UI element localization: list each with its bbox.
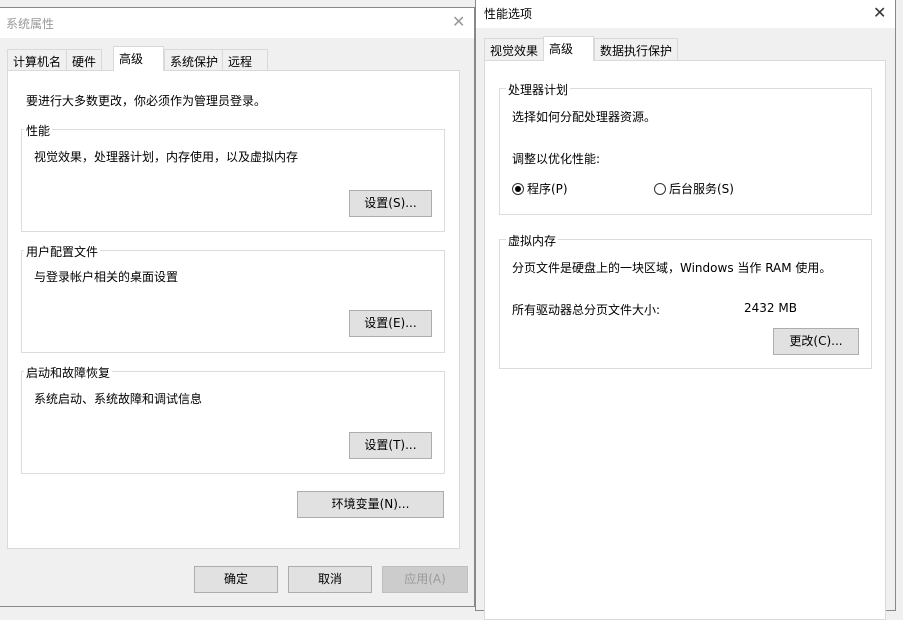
group-label: 启动和故障恢复: [24, 364, 112, 381]
user-profiles-group: 用户配置文件 与登录帐户相关的桌面设置 设置(E)...: [21, 250, 445, 353]
system-properties-window: 系统属性 ✕ 计算机名 硬件 高级 系统保护 远程 要进行大多数更改，你必须作为…: [0, 7, 475, 607]
tab-hardware[interactable]: 硬件: [66, 49, 102, 71]
tab-system-protection[interactable]: 系统保护: [164, 49, 224, 71]
group-label: 虚拟内存: [506, 232, 558, 249]
tab-advanced[interactable]: 高级: [543, 36, 594, 61]
cancel-button[interactable]: 取消: [288, 566, 372, 593]
tab-advanced[interactable]: 高级: [113, 46, 164, 71]
ok-button[interactable]: 确定: [194, 566, 278, 593]
group-desc: 视觉效果，处理器计划，内存使用，以及虚拟内存: [34, 148, 298, 165]
window-title: 系统属性: [6, 15, 54, 32]
close-icon[interactable]: ✕: [873, 3, 886, 22]
admin-notice: 要进行大多数更改，你必须作为管理员登录。: [26, 92, 266, 109]
virtual-memory-group: 虚拟内存 分页文件是硬盘上的一块区域，Windows 当作 RAM 使用。 所有…: [499, 239, 872, 369]
performance-settings-button[interactable]: 设置(S)...: [349, 190, 432, 217]
startup-recovery-group: 启动和故障恢复 系统启动、系统故障和调试信息 设置(T)...: [21, 371, 445, 474]
group-desc: 选择如何分配处理器资源。: [512, 108, 656, 125]
paging-total-value: 2432 MB: [744, 301, 797, 315]
environment-variables-button[interactable]: 环境变量(N)...: [297, 491, 444, 518]
tab-visual-effects[interactable]: 视觉效果: [484, 38, 544, 60]
adjust-label: 调整以优化性能:: [512, 150, 600, 167]
group-desc: 与登录帐户相关的桌面设置: [34, 268, 178, 285]
group-label: 性能: [24, 122, 52, 139]
background-services-radio[interactable]: 后台服务(S): [654, 180, 734, 197]
processor-scheduling-group: 处理器计划 选择如何分配处理器资源。 调整以优化性能: 程序(P) 后台服务(S…: [499, 88, 872, 215]
programs-radio[interactable]: 程序(P): [512, 180, 568, 197]
startup-settings-button[interactable]: 设置(T)...: [349, 432, 432, 459]
radio-label: 后台服务(S): [669, 182, 734, 196]
user-profiles-settings-button[interactable]: 设置(E)...: [349, 310, 432, 337]
group-label: 用户配置文件: [24, 243, 100, 260]
performance-options-window: 性能选项 ✕ 视觉效果 高级 数据执行保护 处理器计划 选择如何分配处理器资源。…: [475, 0, 896, 611]
tab-panel: 处理器计划 选择如何分配处理器资源。 调整以优化性能: 程序(P) 后台服务(S…: [484, 60, 886, 620]
performance-group: 性能 视觉效果，处理器计划，内存使用，以及虚拟内存 设置(S)...: [21, 129, 445, 232]
paging-total-label: 所有驱动器总分页文件大小:: [512, 301, 660, 318]
radio-unchecked-icon: [654, 183, 666, 195]
apply-button: 应用(A): [382, 566, 468, 593]
tab-remote[interactable]: 远程: [222, 49, 268, 71]
group-desc: 系统启动、系统故障和调试信息: [34, 390, 202, 407]
title-bar: 系统属性 ✕: [0, 8, 474, 38]
group-label: 处理器计划: [506, 81, 570, 98]
close-icon[interactable]: ✕: [452, 12, 465, 31]
tab-computer-name[interactable]: 计算机名: [7, 49, 67, 71]
change-button[interactable]: 更改(C)...: [773, 328, 859, 355]
tab-dep[interactable]: 数据执行保护: [594, 38, 678, 60]
window-title: 性能选项: [484, 5, 532, 22]
radio-label: 程序(P): [527, 182, 568, 196]
title-bar: 性能选项 ✕: [476, 0, 895, 28]
tab-panel: 要进行大多数更改，你必须作为管理员登录。 性能 视觉效果，处理器计划，内存使用，…: [7, 70, 460, 549]
radio-checked-icon: [512, 183, 524, 195]
group-desc: 分页文件是硬盘上的一块区域，Windows 当作 RAM 使用。: [512, 259, 831, 276]
